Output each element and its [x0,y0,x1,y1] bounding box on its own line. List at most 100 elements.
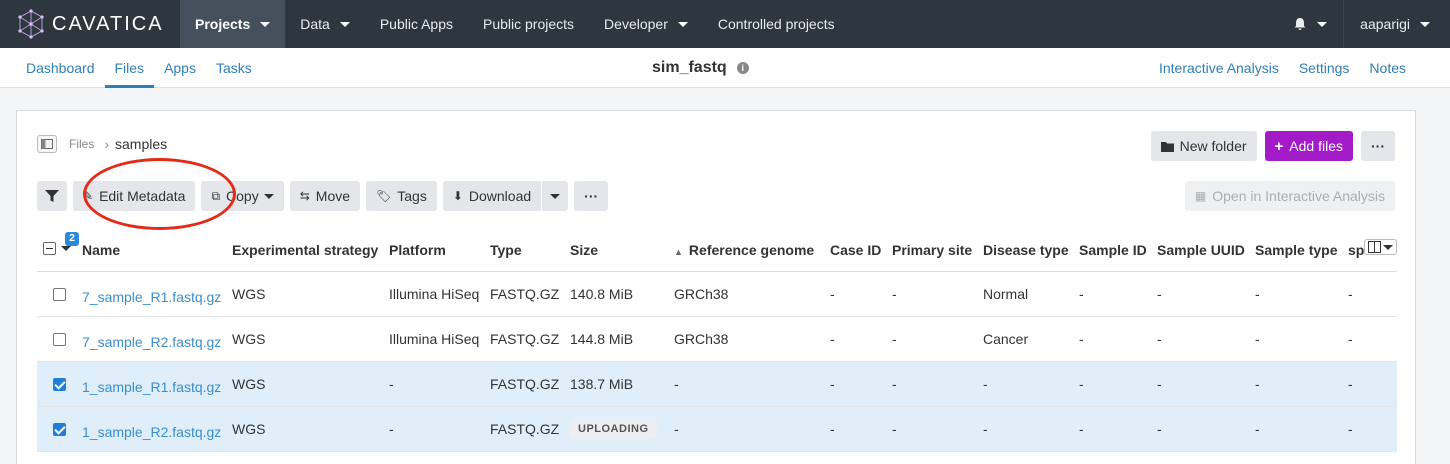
cell-sample-type: - [1255,271,1348,317]
col-sample-type[interactable]: Sample type [1255,229,1348,272]
tab-settings[interactable]: Settings [1289,48,1360,88]
nav-projects[interactable]: Projects [180,0,286,48]
breadcrumb: Files › samples [37,135,167,153]
col-primary-site[interactable]: Primary site [892,229,983,272]
pencil-icon: ✎ [83,189,94,203]
nav-developer-label: Developer [604,16,668,32]
filter-button[interactable] [37,181,67,211]
notifications-button[interactable] [1277,0,1345,48]
col-case-id[interactable]: Case ID [830,229,892,272]
chevron-down-icon [550,193,561,199]
nav-developer[interactable]: Developer [589,0,703,48]
sidebar-toggle-icon[interactable] [37,135,57,153]
col-name[interactable]: Name [82,229,232,272]
cell-disease-type: Normal [983,271,1079,317]
toolbar-more-button[interactable]: ··· [574,181,609,211]
tab-notes[interactable]: Notes [1359,48,1416,88]
cell-sample-id: - [1079,361,1157,407]
sort-asc-icon: ▲ [674,246,683,257]
cell-disease-type: - [983,406,1079,452]
cell-case-id: - [830,361,892,407]
tab-apps[interactable]: Apps [154,48,206,88]
new-folder-button[interactable]: New folder [1150,131,1257,161]
filter-icon [45,189,59,202]
col-reference-genome[interactable]: ▲ Reference genome [674,229,830,272]
col-type[interactable]: Type [490,229,570,272]
bell-icon [1294,18,1306,30]
cell-case-id: - [830,316,892,362]
move-button[interactable]: ⇆ Move [289,181,361,211]
download-button[interactable]: ⬇ Download [442,181,542,211]
cavatica-logo[interactable]: CAVATICA [0,0,180,48]
ellipsis-icon: ··· [1371,138,1385,154]
cell-reference-genome: GRCh38 [674,271,830,317]
col-disease-type[interactable]: Disease type [983,229,1079,272]
open-interactive-analysis-button[interactable]: ▦ Open in Interactive Analysis [1184,181,1395,211]
cell-sample-uuid: - [1157,406,1255,452]
chevron-down-icon [1420,21,1430,27]
more-actions-button[interactable]: ··· [1361,131,1395,161]
cell-platform: Illumina HiSeq [389,271,490,317]
open-ia-label: Open in Interactive Analysis [1212,188,1385,204]
breadcrumb-root[interactable]: Files [69,137,94,151]
file-name-link[interactable]: 7_sample_R2.fastq.gz [82,316,232,362]
table-row[interactable]: 7_sample_R1.fastq.gz WGS Illumina HiSeq … [37,271,1397,317]
tab-files[interactable]: Files [104,48,155,88]
cell-sample-uuid: - [1157,361,1255,407]
file-name-link[interactable]: 1_sample_R2.fastq.gz [82,406,232,452]
move-icon: ⇆ [299,189,310,203]
download-options-button[interactable] [542,181,569,211]
col-sp[interactable]: sp [1348,229,1397,272]
table-row[interactable]: 7_sample_R2.fastq.gz WGS Illumina HiSeq … [37,316,1397,362]
col-platform[interactable]: Platform [389,229,490,272]
cell-platform: - [389,361,490,407]
cell-reference-genome: - [674,361,830,407]
tab-interactive-analysis[interactable]: Interactive Analysis [1149,48,1289,88]
table-row[interactable]: 1_sample_R2.fastq.gz WGS - FASTQ.GZ UPLO… [37,406,1397,452]
row-checkbox[interactable] [53,288,66,302]
row-checkbox[interactable] [53,378,66,392]
nav-public-apps[interactable]: Public Apps [365,0,468,48]
info-icon[interactable]: i [736,62,749,74]
nav-public-projects[interactable]: Public projects [468,0,589,48]
col-experimental-strategy[interactable]: Experimental strategy [232,229,389,272]
edit-metadata-label: Edit Metadata [99,188,186,204]
col-sample-uuid[interactable]: Sample UUID [1157,229,1255,272]
cell-disease-type: Cancer [983,316,1079,362]
row-checkbox[interactable] [53,423,66,437]
chevron-down-icon [677,21,688,27]
uploading-badge: UPLOADING [570,418,657,439]
col-size[interactable]: Size [570,229,674,272]
copy-button[interactable]: ⧉ Copy [201,181,284,211]
col-sample-id[interactable]: Sample ID [1079,229,1157,272]
nav-data[interactable]: Data [285,0,365,48]
files-panel: Files › samples New folder + Add files ·… [16,110,1416,464]
cell-sp: - [1348,406,1397,452]
user-menu[interactable]: aaparigi [1344,0,1450,48]
tags-button[interactable]: 🏷 Tags [366,181,437,211]
cell-sample-type: - [1255,406,1348,452]
chevron-down-icon [339,21,350,27]
row-checkbox[interactable] [53,333,66,347]
columns-icon [1368,241,1381,253]
nav-controlled-projects[interactable]: Controlled projects [703,0,850,48]
cell-size: 144.8 MiB [570,316,674,362]
copy-icon: ⧉ [211,188,221,203]
table-row[interactable]: 1_sample_R1.fastq.gz WGS - FASTQ.GZ 138.… [37,361,1397,407]
cell-type: FASTQ.GZ [490,406,570,452]
nav-public-apps-label: Public Apps [379,16,453,32]
select-menu-chevron-icon[interactable] [61,245,71,251]
select-all-checkbox[interactable] [43,241,56,255]
file-name-link[interactable]: 7_sample_R1.fastq.gz [82,271,232,317]
column-chooser-button[interactable] [1364,239,1397,255]
add-files-button[interactable]: + Add files [1264,131,1353,161]
cell-platform: Illumina HiSeq [389,316,490,362]
chevron-right-icon: › [104,136,110,152]
file-name-link[interactable]: 1_sample_R1.fastq.gz [82,361,232,407]
top-navbar: CAVATICA Projects Data Public Apps Publi… [0,0,1450,48]
copy-label: Copy [226,188,259,204]
selected-count-badge: 2 [65,231,79,246]
tab-tasks[interactable]: Tasks [206,48,262,88]
edit-metadata-button[interactable]: ✎ Edit Metadata [73,181,196,211]
tab-dashboard[interactable]: Dashboard [16,48,105,88]
